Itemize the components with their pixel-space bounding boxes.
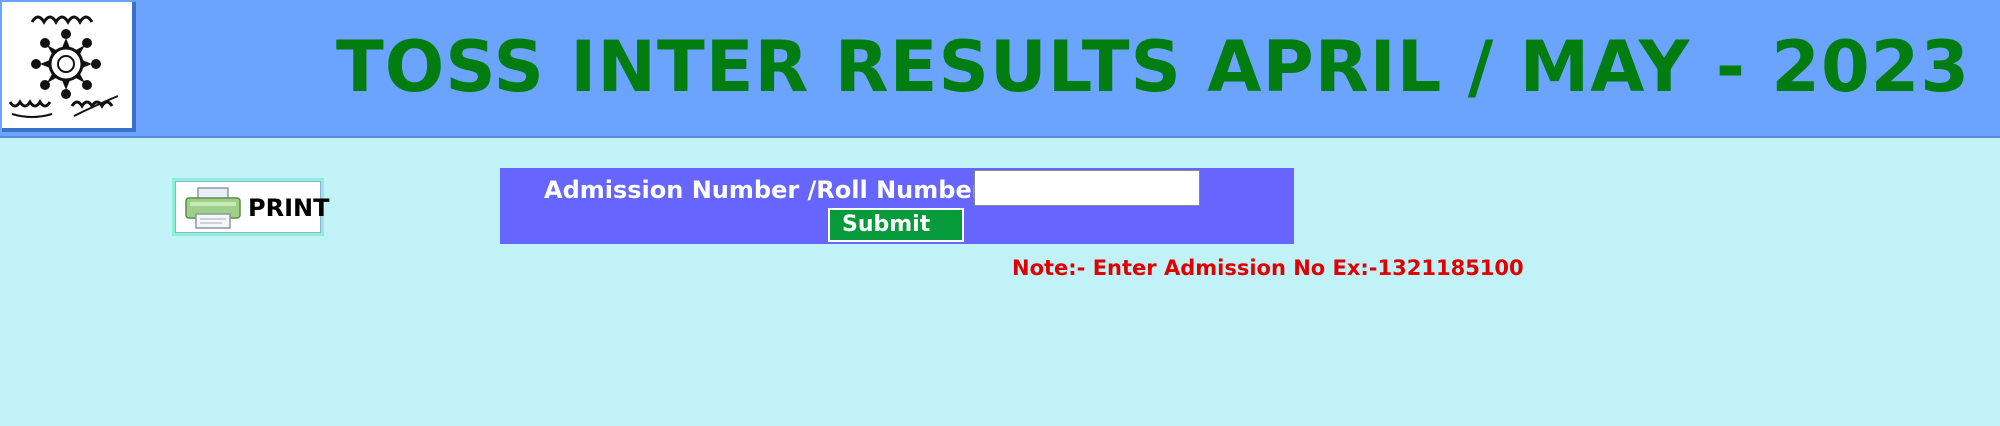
toss-emblem-icon [8,15,119,118]
logo [2,2,136,132]
print-button[interactable]: PRINT [172,178,329,236]
admission-number-label: Admission Number /Roll Number : [544,176,1002,204]
admission-number-input[interactable] [974,170,1200,206]
print-label: PRINT [248,194,330,222]
page-header: TOSS INTER RESULTS APRIL / MAY - 2023 [0,0,2000,138]
admission-form: Admission Number /Roll Number : Submit [500,168,1294,244]
submit-button[interactable]: Submit [828,208,964,242]
page-title: TOSS INTER RESULTS APRIL / MAY - 2023 [336,26,1971,108]
admission-note: Note:- Enter Admission No Ex:-1321185100 [1012,256,1524,280]
print-button-face[interactable]: PRINT [175,181,329,233]
printer-icon [185,187,241,229]
